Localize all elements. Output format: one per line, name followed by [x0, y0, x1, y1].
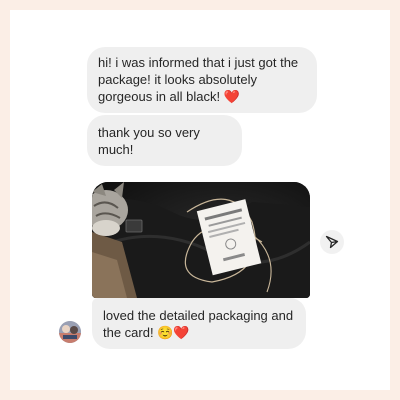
share-button[interactable]	[320, 230, 344, 254]
message-text: thank you so very much!	[98, 125, 200, 157]
message-bubble[interactable]: loved the detailed packaging and the car…	[92, 298, 306, 349]
avatar[interactable]	[59, 321, 81, 343]
smile-heart-emoji: ☺️❤️	[157, 325, 190, 340]
heart-emoji: ❤️	[223, 89, 240, 104]
send-icon	[325, 235, 339, 249]
shared-photo[interactable]	[92, 182, 310, 298]
message-text: hi! i was informed that i just got the p…	[98, 55, 299, 104]
message-text: loved the detailed packaging and the car…	[103, 308, 294, 340]
message-bubble[interactable]: hi! i was informed that i just got the p…	[87, 47, 317, 113]
message-bubble[interactable]: thank you so very much!	[87, 115, 242, 166]
